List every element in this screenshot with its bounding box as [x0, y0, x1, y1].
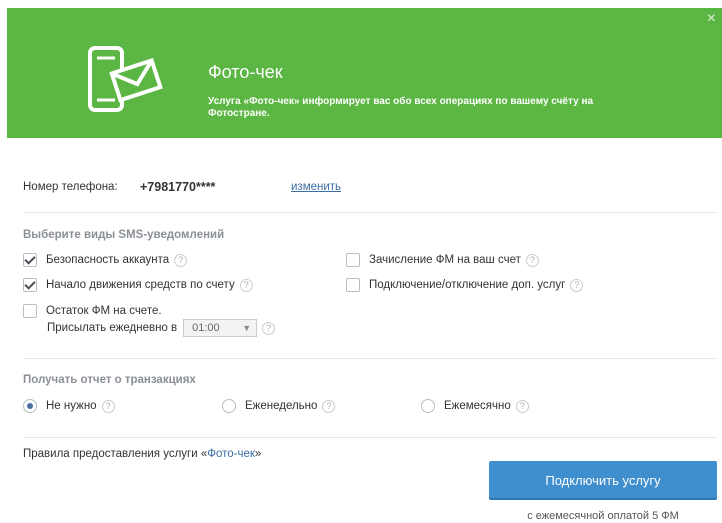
option-label: Безопасность аккаунта	[46, 254, 170, 266]
daily-label: Присылать ежедневно в	[47, 322, 178, 334]
divider	[23, 212, 717, 213]
option-label: Подключение/отключение доп. услуг	[369, 279, 566, 291]
radio-none[interactable]: Не нужно ?	[23, 399, 115, 413]
help-icon[interactable]: ?	[525, 253, 539, 267]
help-icon[interactable]: ?	[570, 278, 584, 292]
monthly-fee-note: с ежемесячной оплатой 5 ФМ	[527, 510, 679, 522]
option-extra-services[interactable]: Подключение/отключение доп. услуг ?	[346, 278, 584, 292]
change-phone-link[interactable]: изменить	[291, 181, 341, 193]
radio-label: Еженедельно	[245, 400, 318, 412]
option-fm-balance[interactable]: Остаток ФМ на счете.	[23, 304, 162, 318]
checkbox-checked[interactable]	[23, 278, 37, 292]
checkbox-checked[interactable]	[23, 253, 37, 267]
close-icon[interactable]: ×	[707, 10, 716, 28]
service-title: Фото-чек	[208, 62, 283, 82]
service-description: Услуга «Фото-чек» информирует вас обо вс…	[208, 96, 594, 119]
checkbox[interactable]	[346, 253, 360, 267]
report-section-title: Получать отчет о транзакциях	[23, 374, 196, 386]
phone-label: Номер телефона:	[23, 181, 118, 193]
connect-service-button[interactable]: Подключить услугу	[489, 461, 717, 500]
option-label: Зачисление ФМ на ваш счет	[369, 254, 521, 266]
daily-time-row: Присылать ежедневно в 01:00 ▼ ?	[47, 319, 276, 337]
checkbox[interactable]	[346, 278, 360, 292]
divider	[23, 437, 717, 438]
help-icon[interactable]: ?	[101, 399, 115, 413]
help-icon[interactable]: ?	[322, 399, 336, 413]
radio-button[interactable]	[222, 399, 236, 413]
time-value: 01:00	[192, 322, 220, 334]
rules-suffix: »	[254, 448, 262, 460]
option-account-security[interactable]: Безопасность аккаунта ?	[23, 253, 188, 267]
option-fm-deposit[interactable]: Зачисление ФМ на ваш счет ?	[346, 253, 539, 267]
option-label: Начало движения средств по счету	[46, 279, 235, 291]
radio-label: Ежемесячно	[444, 400, 511, 412]
divider	[23, 358, 717, 359]
help-icon[interactable]: ?	[239, 278, 253, 292]
option-funds-movement[interactable]: Начало движения средств по счету ?	[23, 278, 253, 292]
radio-button[interactable]	[421, 399, 435, 413]
radio-label: Не нужно	[46, 400, 97, 412]
chevron-down-icon: ▼	[242, 323, 252, 333]
rules-prefix: Правила предоставления услуги «	[23, 448, 208, 460]
option-label: Остаток ФМ на счете.	[46, 305, 162, 317]
sms-section-title: Выберите виды SMS-уведомлений	[23, 229, 225, 241]
help-icon[interactable]: ?	[174, 253, 188, 267]
time-select[interactable]: 01:00 ▼	[183, 319, 258, 337]
help-icon[interactable]: ?	[515, 399, 529, 413]
phone-number: +7981770****	[140, 180, 216, 194]
radio-weekly[interactable]: Еженедельно ?	[222, 399, 336, 413]
rules-link[interactable]: Фото-чек	[207, 448, 255, 460]
phone-mail-icon	[88, 46, 163, 112]
checkbox[interactable]	[23, 304, 37, 318]
help-icon[interactable]: ?	[262, 321, 276, 335]
radio-monthly[interactable]: Ежемесячно ?	[421, 399, 529, 413]
header-banner: × Фото-чек Услуга «Фото-чек» информирует…	[7, 8, 722, 138]
radio-selected[interactable]	[23, 399, 37, 413]
service-rules: Правила предоставления услуги «Фото-чек»	[23, 448, 261, 460]
